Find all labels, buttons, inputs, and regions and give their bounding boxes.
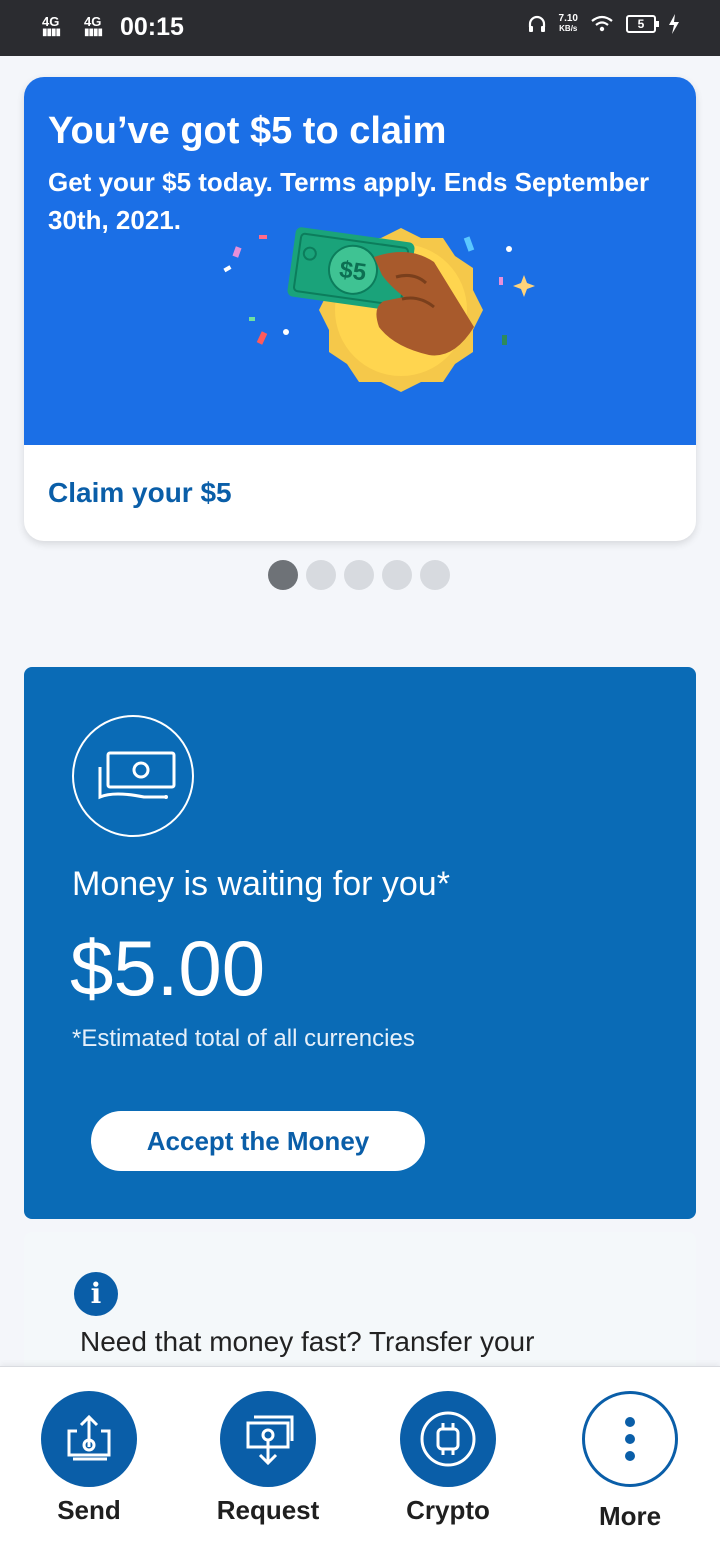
accept-money-button[interactable]: Accept the Money: [91, 1111, 425, 1171]
signal-bars-icon-2: ▮▮▮▮: [84, 27, 103, 38]
signal-bars-icon: ▮▮▮▮: [42, 27, 61, 38]
carousel-dot-5[interactable]: [420, 560, 450, 590]
request-circle[interactable]: [220, 1391, 316, 1487]
network-4g-indicator-2: 4G ▮▮▮▮: [84, 14, 103, 38]
request-icon: [246, 1415, 294, 1466]
clock: 00:15: [120, 13, 184, 41]
more-button[interactable]: More: [565, 1391, 695, 1532]
send-label: Send: [57, 1495, 121, 1525]
speed-unit: KB/s: [559, 24, 578, 33]
money-amount: $5.00: [70, 924, 266, 1012]
bottom-action-bar: Send Request Crypto More: [0, 1366, 720, 1545]
send-button[interactable]: Send: [24, 1391, 154, 1526]
money-waiting-card: Money is waiting for you* $5.00 *Estimat…: [24, 667, 696, 1219]
more-circle[interactable]: [582, 1391, 678, 1487]
crypto-icon: [420, 1411, 476, 1467]
crypto-button[interactable]: Crypto: [383, 1391, 513, 1526]
claim-link[interactable]: Claim your $5: [48, 477, 232, 509]
speed-value: 7.10: [558, 13, 578, 24]
promo-banner: You’ve got $5 to claim Get your $5 today…: [24, 77, 696, 445]
carousel-indicator: [268, 560, 450, 590]
money-headline: Money is waiting for you*: [72, 865, 450, 903]
info-icon: i: [74, 1272, 118, 1316]
carousel-dot-4[interactable]: [382, 560, 412, 590]
wifi-icon: [591, 15, 613, 32]
crypto-label: Crypto: [406, 1495, 490, 1525]
more-dots-icon: [625, 1417, 635, 1461]
charging-bolt-icon: [669, 14, 679, 34]
status-bar: 4G ▮▮▮▮ 4G ▮▮▮▮ 00:15 7.10 KB/s 5: [0, 0, 720, 56]
request-label: Request: [216, 1495, 320, 1525]
svg-text:$5: $5: [338, 256, 368, 286]
battery-icon: 5: [626, 15, 659, 33]
network-speed: 7.10 KB/s: [559, 14, 578, 34]
cash-icon: [72, 715, 194, 837]
carousel-dot-1[interactable]: [268, 560, 298, 590]
send-icon: [67, 1414, 111, 1461]
crypto-circle[interactable]: [400, 1391, 496, 1487]
network-4g-indicator: 4G ▮▮▮▮: [42, 14, 61, 38]
headphones-icon: [528, 15, 545, 32]
promo-title: You’ve got $5 to claim: [48, 110, 447, 152]
carousel-dot-3[interactable]: [344, 560, 374, 590]
cash-reward-illustration: $5: [223, 227, 535, 392]
send-circle[interactable]: [41, 1391, 137, 1487]
carousel-dot-2[interactable]: [306, 560, 336, 590]
request-button[interactable]: Request: [203, 1391, 333, 1526]
currency-note: *Estimated total of all currencies: [72, 1025, 415, 1052]
promo-card[interactable]: You’ve got $5 to claim Get your $5 today…: [24, 77, 696, 541]
more-label: More: [598, 1501, 662, 1531]
info-text: Need that money fast? Transfer your: [80, 1326, 535, 1357]
